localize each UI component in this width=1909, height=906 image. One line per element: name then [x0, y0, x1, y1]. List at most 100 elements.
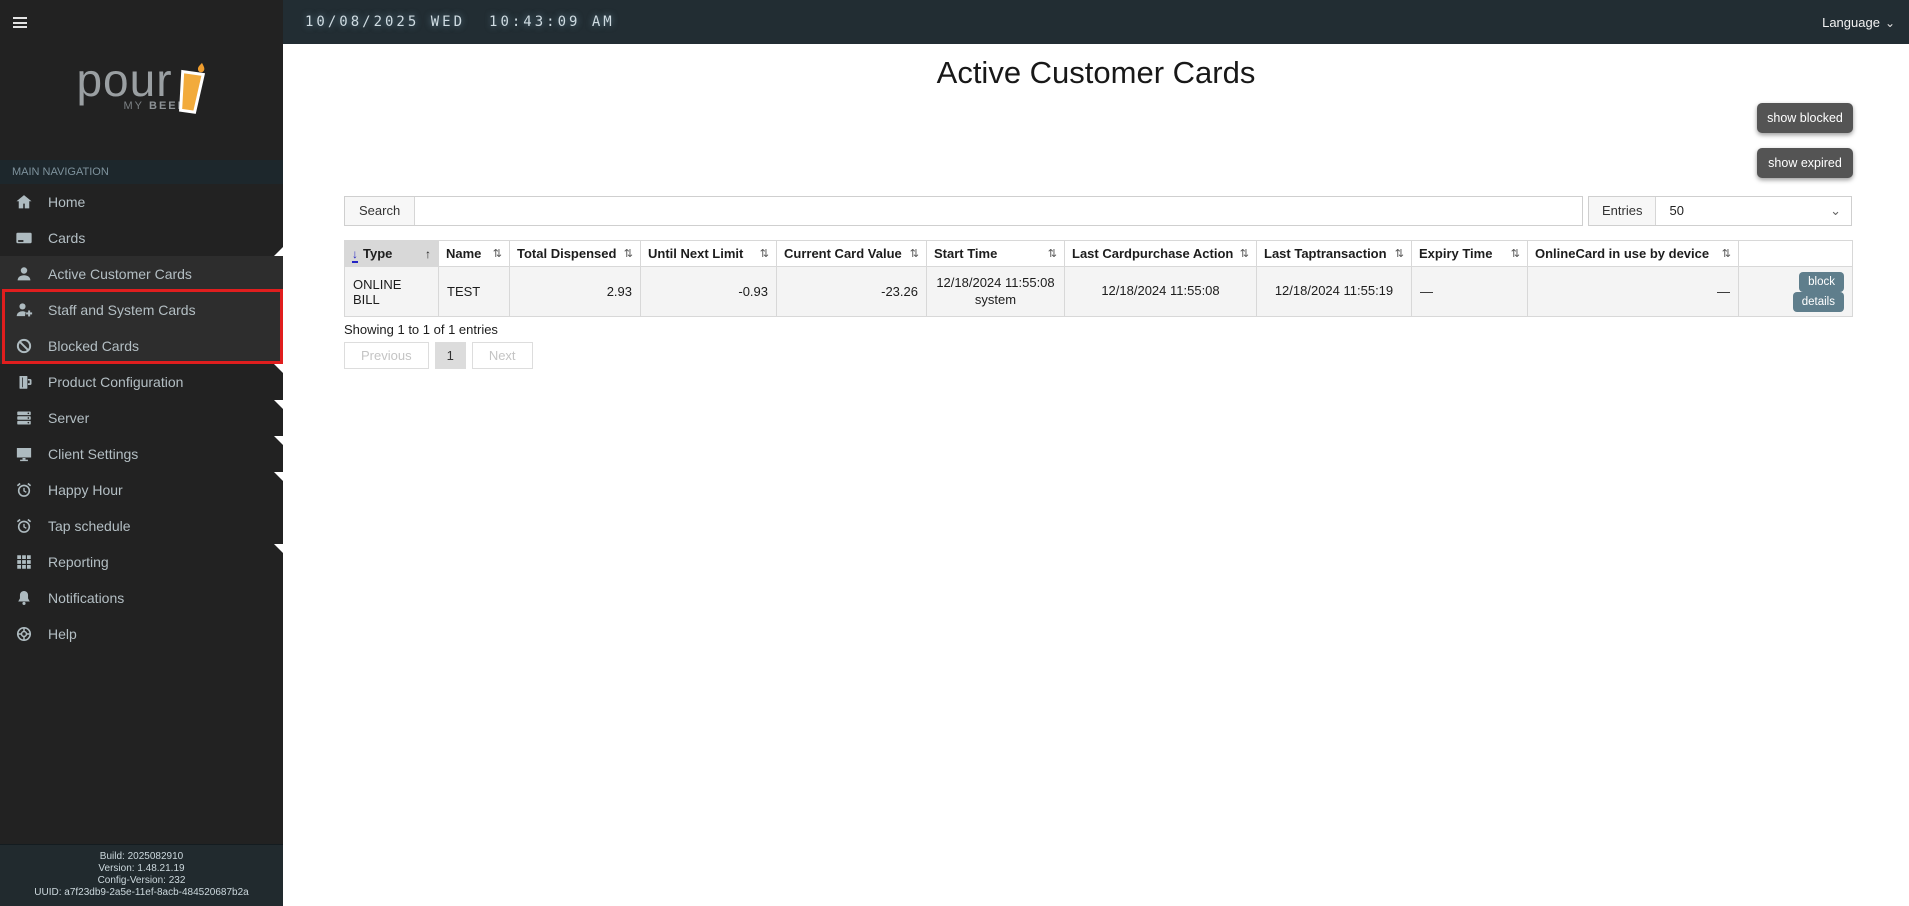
expand-corner-icon — [274, 436, 283, 445]
cards-submenu: Active Customer Cards Staff and System C… — [0, 256, 283, 364]
expand-corner-icon — [274, 247, 283, 256]
cell-current-card-value: -23.26 — [776, 266, 927, 317]
sidebar-section-label: MAIN NAVIGATION — [0, 160, 283, 184]
column-header-until-next-limit[interactable]: Until Next Limit ⇅ — [640, 240, 777, 267]
details-button[interactable]: details — [1792, 291, 1844, 312]
cell-name: TEST — [438, 266, 510, 317]
column-header-start-time[interactable]: Start Time ⇅ — [926, 240, 1065, 267]
config-version-line: Config-Version: 232 — [97, 875, 186, 886]
sidebar-item-cards[interactable]: Cards — [0, 220, 283, 256]
alarm-clock-icon — [14, 516, 34, 536]
cell-total-dispensed: 2.93 — [509, 266, 641, 317]
export-column-icon: ↓ — [352, 247, 358, 263]
sort-icon: ⇅ — [759, 248, 769, 260]
cards-table: ↓ Type ↑ Name ⇅ Total Dispensed ⇅ Until Next… — [344, 240, 1853, 317]
sidebar-item-active-customer-cards[interactable]: Active Customer Cards — [0, 256, 283, 292]
hamburger-menu-icon[interactable] — [13, 17, 27, 31]
pourmybeer-logo: pour MY BEER — [0, 52, 283, 114]
sort-icon: ⇅ — [1510, 248, 1520, 260]
beer-mug-icon — [14, 372, 34, 392]
sort-asc-icon: ↑ — [425, 246, 431, 261]
language-menu[interactable]: Language ⌄ — [1822, 15, 1895, 30]
home-icon — [14, 192, 34, 212]
sidebar-item-blocked-cards[interactable]: Blocked Cards — [0, 328, 283, 364]
chevron-down-icon: ⌄ — [1830, 203, 1841, 218]
help-globe-icon — [14, 624, 34, 644]
page-1-button[interactable]: 1 — [434, 342, 466, 369]
app-root: pour MY BEER MAIN NAVIGATION Home Cards — [0, 0, 1909, 906]
build-info: Build: 2025082910 Version: 1.48.21.19 Co… — [0, 844, 283, 906]
cell-expiry-time: — — [1411, 266, 1528, 317]
sidebar-item-help[interactable]: Help — [0, 616, 283, 652]
sidebar-item-staff-system-cards[interactable]: Staff and System Cards — [0, 292, 283, 328]
sort-icon: ⇅ — [909, 248, 919, 260]
column-header-name[interactable]: Name ⇅ — [438, 240, 510, 267]
sidebar-item-home[interactable]: Home — [0, 184, 283, 220]
sidebar: pour MY BEER MAIN NAVIGATION Home Cards — [0, 0, 283, 906]
column-header-actions — [1738, 240, 1853, 267]
pagination: Previous 1 Next — [344, 342, 533, 369]
column-header-total-dispensed[interactable]: Total Dispensed ⇅ — [509, 240, 641, 267]
expand-corner-icon — [274, 400, 283, 409]
column-header-onlinecard-in-use[interactable]: OnlineCard in use by device ⇅ — [1527, 240, 1739, 267]
expand-corner-icon — [274, 472, 283, 481]
sidebar-item-notifications[interactable]: Notifications — [0, 580, 283, 616]
previous-page-button[interactable]: Previous — [344, 342, 429, 369]
column-header-expiry-time[interactable]: Expiry Time ⇅ — [1411, 240, 1528, 267]
entries-select[interactable]: Entries 50 ⌄ — [1588, 196, 1852, 226]
build-line: Build: 2025082910 — [99, 851, 184, 862]
clock-time: 10:43:09 AM — [489, 14, 615, 30]
blocked-icon — [14, 336, 34, 356]
sidebar-item-tap-schedule[interactable]: Tap schedule — [0, 508, 283, 544]
column-header-last-taptransaction[interactable]: Last Taptransaction ⇅ — [1256, 240, 1412, 267]
table-summary: Showing 1 to 1 of 1 entries — [344, 322, 498, 337]
credit-card-icon — [14, 228, 34, 248]
entries-value: 50 — [1669, 203, 1684, 218]
cell-type: ONLINE BILL — [344, 266, 439, 317]
next-page-button[interactable]: Next — [471, 342, 533, 369]
column-header-current-card-value[interactable]: Current Card Value ⇅ — [776, 240, 927, 267]
server-icon — [14, 408, 34, 428]
sidebar-item-client-settings[interactable]: Client Settings — [0, 436, 283, 472]
bell-icon — [14, 588, 34, 608]
table-header-row: ↓ Type ↑ Name ⇅ Total Dispensed ⇅ Until Next… — [344, 240, 1853, 267]
uuid-line: UUID: a7f23db9-2a5e-11ef-8acb-484520687b… — [34, 887, 249, 898]
sidebar-item-server[interactable]: Server — [0, 400, 283, 436]
expand-corner-icon — [274, 364, 283, 373]
clock: 10/08/2025 WED 10:43:09 AM — [305, 14, 615, 30]
show-blocked-button[interactable]: show blocked — [1757, 103, 1853, 133]
beer-glass-icon — [178, 62, 205, 114]
sort-icon: ⇅ — [492, 248, 502, 260]
chevron-down-icon: ⌄ — [1884, 15, 1895, 30]
sidebar-nav: Home Cards Active Customer Cards Staff a… — [0, 184, 283, 652]
person-icon — [14, 264, 34, 284]
sort-icon: ⇅ — [623, 248, 633, 260]
monitor-icon — [14, 444, 34, 464]
sidebar-item-product-configuration[interactable]: Product Configuration — [0, 364, 283, 400]
search-label: Search — [345, 197, 416, 225]
column-header-type[interactable]: ↓ Type ↑ — [344, 240, 439, 267]
cell-onlinecard-in-use: — — [1527, 266, 1739, 317]
show-expired-button[interactable]: show expired — [1757, 148, 1853, 178]
cell-actions: block details — [1738, 266, 1853, 317]
sort-icon: ⇅ — [1721, 248, 1731, 260]
entries-label: Entries — [1589, 197, 1657, 225]
sidebar-item-happy-hour[interactable]: Happy Hour — [0, 472, 283, 508]
cell-start-time: 12/18/2024 11:55:08 system — [926, 266, 1065, 317]
cell-until-next-limit: -0.93 — [640, 266, 777, 317]
sidebar-item-reporting[interactable]: Reporting — [0, 544, 283, 580]
column-header-last-cardpurchase-action[interactable]: Last Cardpurchase Action ⇅ — [1064, 240, 1257, 267]
sort-icon: ⇅ — [1239, 248, 1249, 260]
clock-date: 10/08/2025 WED — [305, 14, 466, 30]
sort-icon: ⇅ — [1394, 248, 1404, 260]
report-grid-icon — [14, 552, 34, 572]
search-input[interactable] — [415, 197, 1582, 225]
cell-last-taptransaction: 12/18/2024 11:55:19 — [1256, 266, 1412, 317]
version-line: Version: 1.48.21.19 — [98, 863, 185, 874]
block-button[interactable]: block — [1799, 271, 1844, 292]
sort-icon: ⇅ — [1047, 248, 1057, 260]
expand-corner-icon — [274, 544, 283, 553]
main-content: Active Customer Cards show blocked show … — [283, 44, 1909, 906]
alarm-clock-icon — [14, 480, 34, 500]
table-row: ONLINE BILL TEST 2.93 -0.93 -23.26 12/18… — [344, 266, 1853, 317]
